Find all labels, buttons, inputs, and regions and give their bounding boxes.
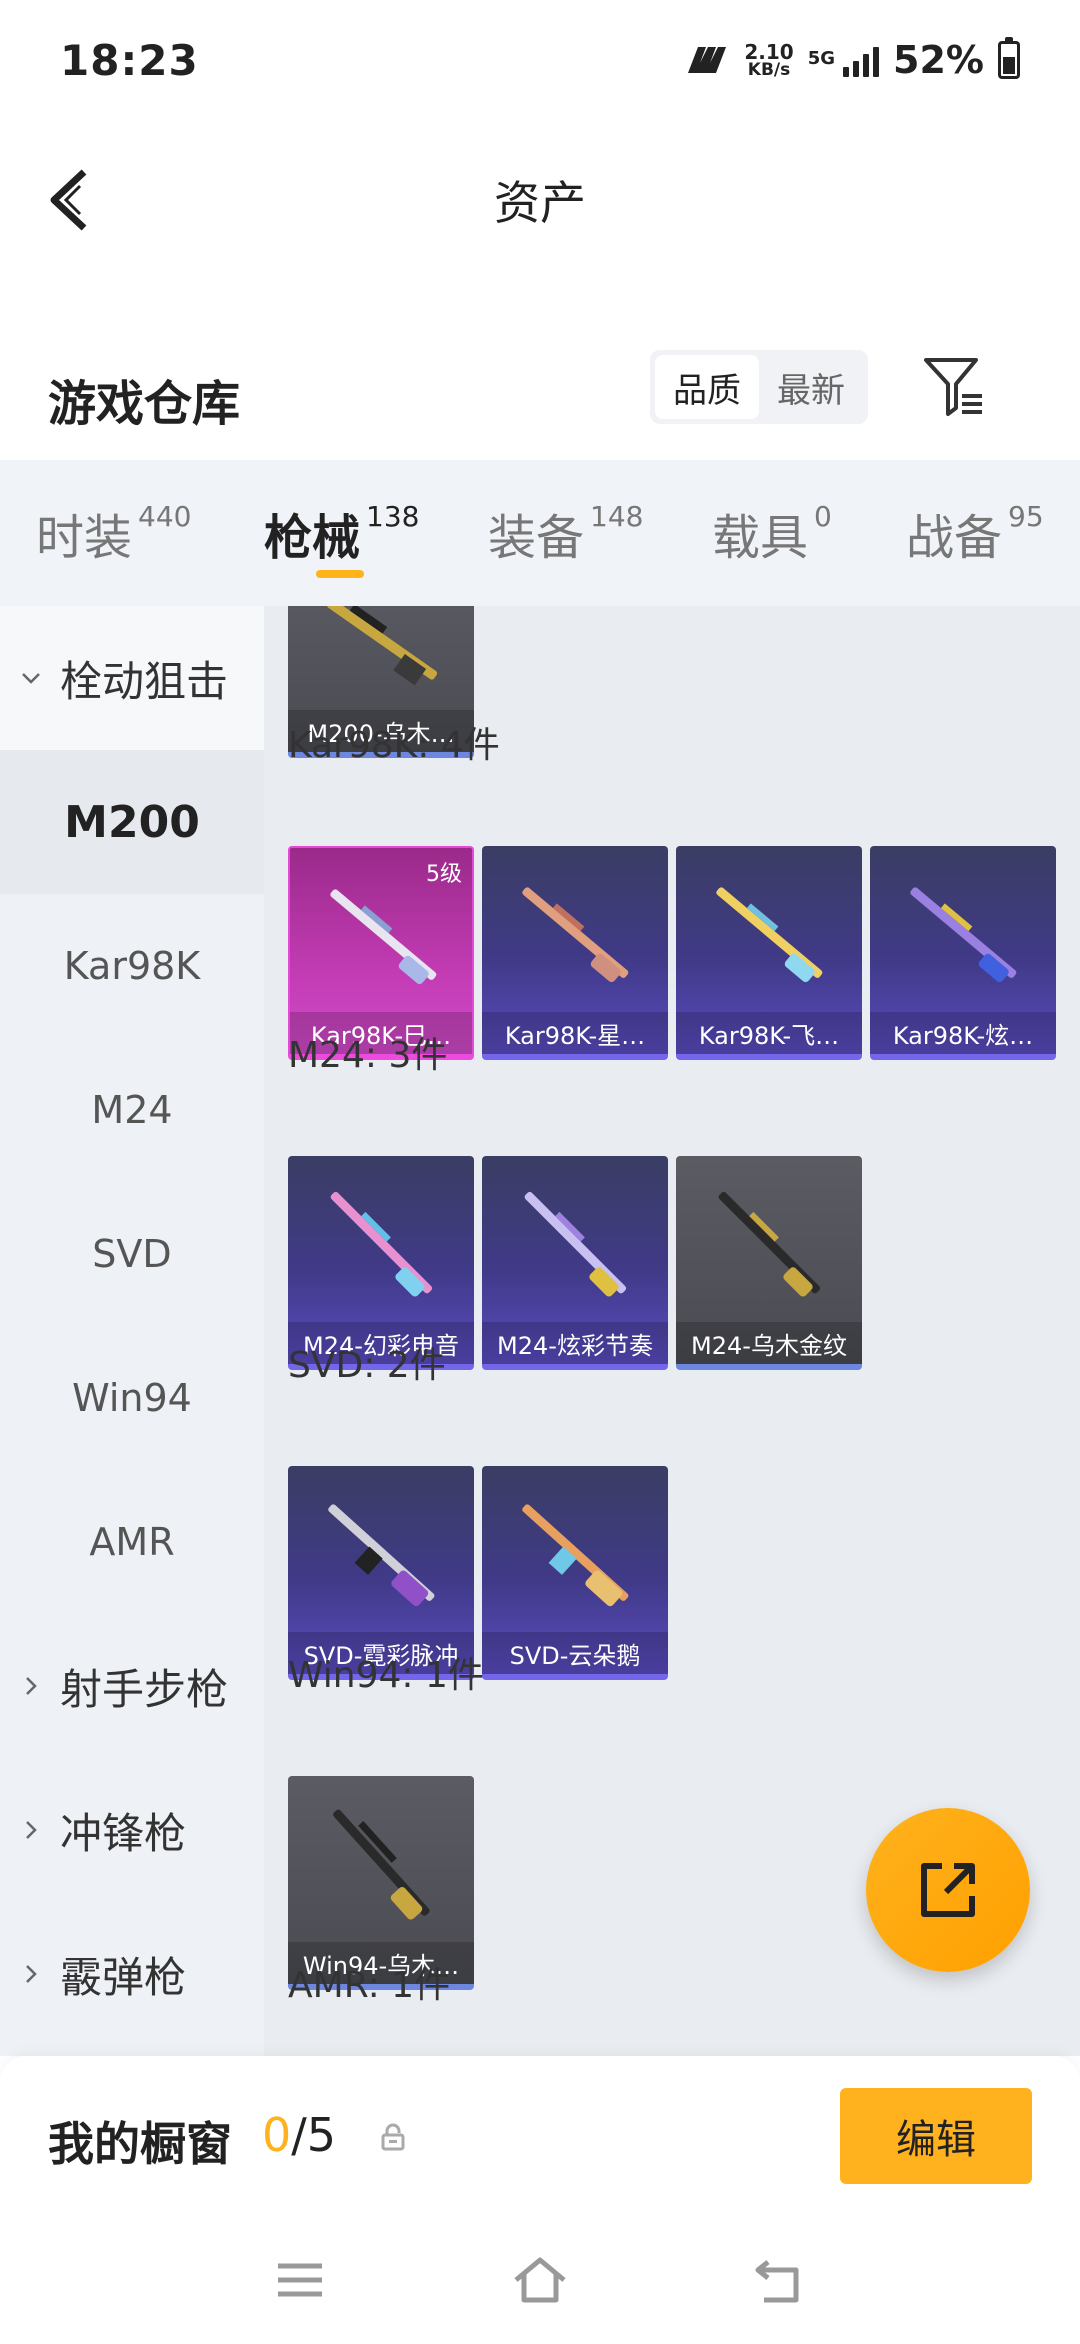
home-icon[interactable] bbox=[510, 2250, 570, 2310]
weapon-card-name: Kar98K-炫… bbox=[870, 1012, 1056, 1054]
tab-fashion[interactable]: 时装 440 bbox=[36, 498, 191, 568]
weapon-card-name: M24-乌木金纹 bbox=[676, 1322, 862, 1364]
rifle-icon bbox=[522, 887, 629, 983]
tab-guns[interactable]: 枪械 138 bbox=[264, 498, 419, 568]
warehouse-header: 游戏仓库 品质 最新 bbox=[0, 340, 1080, 460]
sidebar-group-bolt-sniper[interactable]: 栓动狙击 bbox=[0, 606, 264, 750]
section-title-win94: Win94: 1件 bbox=[288, 1655, 484, 1696]
showcase-title: 我的橱窗 bbox=[48, 2117, 232, 2171]
page-title: 资产 bbox=[494, 176, 586, 230]
weapon-sidebar: 栓动狙击 M200 Kar98K M24 SVD Win94 AMR 射手步枪 … bbox=[0, 606, 264, 2056]
menu-icon[interactable] bbox=[270, 2250, 330, 2310]
filter-icon bbox=[924, 358, 982, 416]
weapon-card-name: SVD-云朵鹅 bbox=[482, 1632, 668, 1674]
edit-button[interactable]: 编辑 bbox=[840, 2088, 1032, 2184]
rifle-icon bbox=[327, 606, 438, 686]
weapon-card[interactable]: Kar98K-星… bbox=[482, 846, 668, 1060]
section-title-m24: M24: 3件 bbox=[288, 1035, 448, 1076]
rifle-icon bbox=[718, 1191, 821, 1297]
tab-vehicles[interactable]: 载具 0 bbox=[712, 498, 832, 568]
signal-icon bbox=[843, 43, 880, 77]
page-header: 资产 bbox=[0, 120, 1080, 280]
status-bar: 18:23 2.10 KB/s 5G 52% bbox=[0, 0, 1080, 120]
back-icon[interactable] bbox=[750, 2250, 810, 2310]
showcase-bar: 我的橱窗 0/5 编辑 bbox=[0, 2056, 1080, 2216]
weapon-card-name: Kar98K-飞… bbox=[676, 1012, 862, 1054]
showcase-count: 0/5 bbox=[262, 2108, 337, 2162]
rifle-icon bbox=[328, 1504, 435, 1607]
rifle-icon bbox=[716, 887, 823, 983]
rifle-icon bbox=[333, 1809, 430, 1920]
category-tabs: 时装 440 枪械 138 装备 148 载具 0 战备 95 bbox=[0, 460, 1080, 606]
chevron-right-icon bbox=[26, 1821, 37, 1839]
chevron-right-icon bbox=[26, 1677, 37, 1695]
rifle-icon bbox=[522, 1504, 629, 1607]
weapon-card[interactable]: M24-炫彩节奏 bbox=[482, 1156, 668, 1370]
section-title-kar98k: Kar98K: 4件 bbox=[288, 725, 500, 766]
weapon-card-name: Kar98K-星… bbox=[482, 1012, 668, 1054]
weapon-card[interactable]: Kar98K-飞… bbox=[676, 846, 862, 1060]
sort-option-newest[interactable]: 最新 bbox=[759, 355, 863, 419]
rifle-icon bbox=[330, 1191, 433, 1297]
weapon-card[interactable]: M24-乌木金纹 bbox=[676, 1156, 862, 1370]
system-nav-bar bbox=[0, 2216, 1080, 2344]
section-title-svd: SVD: 2件 bbox=[288, 1345, 446, 1386]
sidebar-item-m200[interactable]: M200 bbox=[0, 750, 264, 894]
status-time: 18:23 bbox=[60, 35, 199, 85]
weapon-card-name: M24-炫彩节奏 bbox=[482, 1322, 668, 1364]
sidebar-group-marksman[interactable]: 射手步枪 bbox=[0, 1614, 264, 1758]
rifle-icon bbox=[330, 889, 437, 985]
share-button[interactable] bbox=[866, 1808, 1030, 1972]
network-gen: 5G bbox=[807, 48, 836, 69]
rifle-icon bbox=[524, 1191, 627, 1297]
sidebar-item-kar98k[interactable]: Kar98K bbox=[0, 894, 264, 1038]
section-title-amr: AMR: 1件 bbox=[288, 1965, 451, 2006]
chevron-down-icon bbox=[22, 673, 40, 684]
share-external-icon bbox=[921, 1863, 975, 1917]
sort-option-quality[interactable]: 品质 bbox=[655, 355, 759, 419]
sidebar-group-shotgun[interactable]: 霰弹枪 bbox=[0, 1902, 264, 2046]
lock-icon bbox=[381, 2123, 405, 2151]
status-indicators: 2.10 KB/s 5G 52% bbox=[684, 37, 1020, 82]
chevron-right-icon bbox=[26, 1965, 37, 1983]
battery-percent: 52% bbox=[893, 38, 984, 82]
battery-icon bbox=[998, 37, 1020, 79]
back-button[interactable] bbox=[40, 160, 110, 240]
sidebar-item-amr[interactable]: AMR bbox=[0, 1470, 264, 1614]
chevron-left-icon bbox=[50, 169, 87, 231]
weapon-card[interactable]: SVD-云朵鹅 bbox=[482, 1466, 668, 1680]
tab-supplies[interactable]: 战备 95 bbox=[906, 498, 1044, 568]
weapon-card[interactable]: Kar98K-炫… bbox=[870, 846, 1056, 1060]
sidebar-item-svd[interactable]: SVD bbox=[0, 1182, 264, 1326]
net-speed: 2.10 KB/s bbox=[744, 39, 794, 80]
sidebar-item-m24[interactable]: M24 bbox=[0, 1038, 264, 1182]
rifle-icon bbox=[910, 887, 1017, 983]
sort-toggle: 品质 最新 bbox=[650, 350, 868, 424]
tab-equipment[interactable]: 装备 148 bbox=[488, 498, 643, 568]
hd-voice-icon bbox=[688, 47, 727, 73]
filter-button[interactable] bbox=[920, 354, 988, 418]
sidebar-group-smg[interactable]: 冲锋枪 bbox=[0, 1758, 264, 1902]
active-tab-indicator bbox=[316, 570, 364, 578]
sidebar-item-win94[interactable]: Win94 bbox=[0, 1326, 264, 1470]
warehouse-title: 游戏仓库 bbox=[48, 376, 241, 432]
